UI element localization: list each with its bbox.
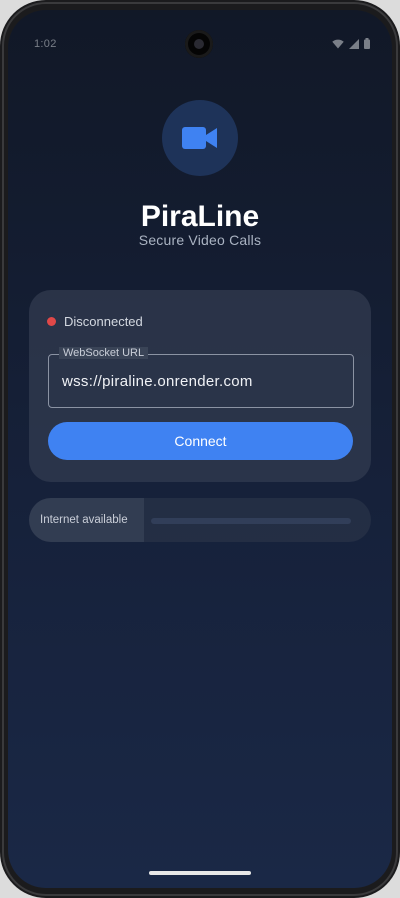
- connection-status: Disconnected: [47, 314, 143, 329]
- home-indicator[interactable]: [149, 871, 251, 875]
- websocket-url-field[interactable]: WebSocket URL: [48, 347, 354, 408]
- signal-icon: [349, 38, 359, 49]
- status-time: 1:02: [34, 38, 57, 50]
- status-dot-icon: [47, 317, 56, 326]
- battery-icon: [364, 38, 370, 49]
- app-subtitle: Secure Video Calls: [138, 232, 262, 248]
- connect-button[interactable]: Connect: [48, 422, 353, 460]
- video-camera-icon: [182, 127, 217, 149]
- network-label-box: Internet available: [29, 498, 144, 542]
- websocket-url-input[interactable]: [62, 369, 342, 393]
- connection-card: Disconnected WebSocket URL Connect: [29, 290, 371, 482]
- app-logo: [162, 100, 238, 176]
- network-indicator-track: [151, 518, 351, 524]
- wifi-icon: [332, 39, 344, 48]
- status-icons: [332, 38, 370, 49]
- network-status-card: Internet available: [29, 498, 371, 542]
- phone-frame: 1:02 PiraLine Secure Video Calls Disconn…: [0, 0, 400, 898]
- url-field-label: WebSocket URL: [59, 347, 149, 359]
- app-screen: 1:02 PiraLine Secure Video Calls Disconn…: [8, 10, 392, 888]
- front-camera: [185, 30, 213, 58]
- network-status-text: Internet available: [40, 514, 128, 526]
- app-title: PiraLine: [140, 200, 260, 233]
- status-text: Disconnected: [64, 314, 143, 329]
